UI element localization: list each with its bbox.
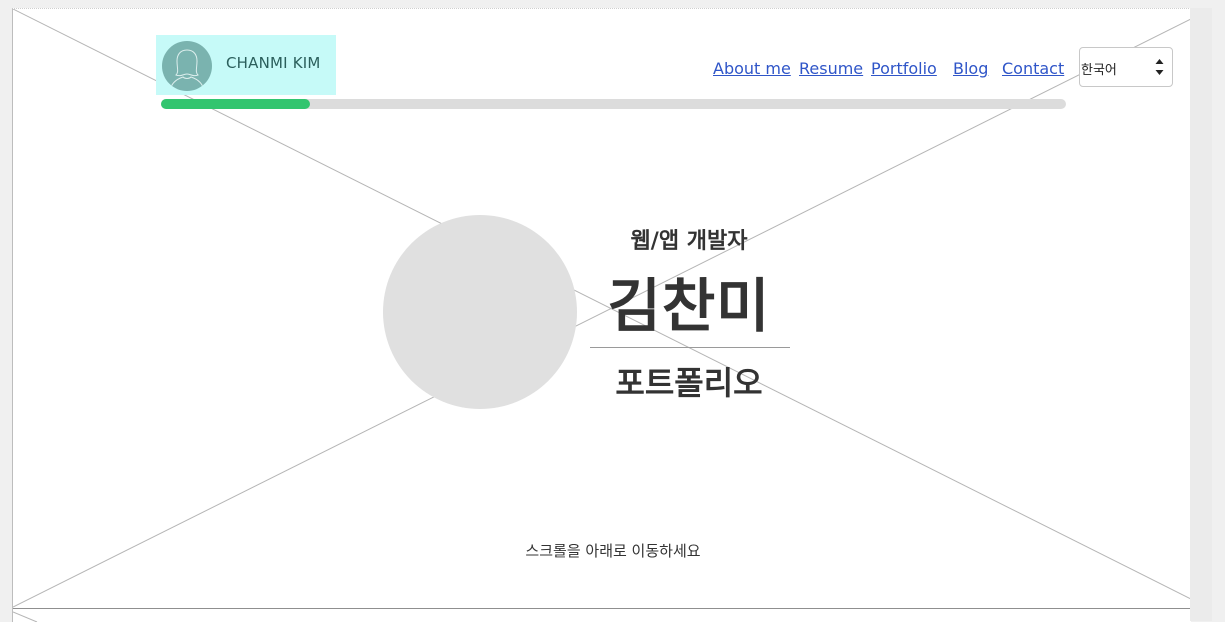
scroll-progress-fill: [161, 99, 311, 109]
hero-subtitle: 포트폴리오: [615, 364, 763, 402]
brand-logo[interactable]: CHANMI KIM: [156, 35, 336, 95]
hero-role: 웹/앱 개발자: [630, 229, 748, 254]
hero-divider: [590, 347, 790, 348]
nav-link-resume[interactable]: Resume: [799, 59, 863, 78]
nav-link-contact[interactable]: Contact: [1002, 59, 1064, 78]
language-select-value: 한국어: [1081, 63, 1117, 78]
scrollbar[interactable]: [1190, 8, 1212, 621]
nav-link-portfolio[interactable]: Portfolio: [871, 59, 937, 78]
scroll-progress-bar: [161, 99, 1066, 109]
profile-photo-placeholder: [383, 215, 577, 409]
language-select[interactable]: 한국어: [1079, 47, 1173, 87]
nav-link-about-me[interactable]: About me: [713, 59, 791, 78]
avatar: [162, 41, 212, 91]
person-silhouette-icon: [169, 49, 205, 91]
section-divider: [13, 608, 1191, 609]
up-down-arrows-icon: [1155, 59, 1164, 75]
nav-link-blog[interactable]: Blog: [953, 59, 988, 78]
hero-name: 김찬미: [607, 272, 771, 340]
brand-name: CHANMI KIM: [226, 54, 321, 72]
scroll-hint: 스크롤을 아래로 이동하세요: [525, 542, 701, 560]
page: CHANMI KIM About me Resume Portfolio Blo…: [12, 8, 1191, 622]
